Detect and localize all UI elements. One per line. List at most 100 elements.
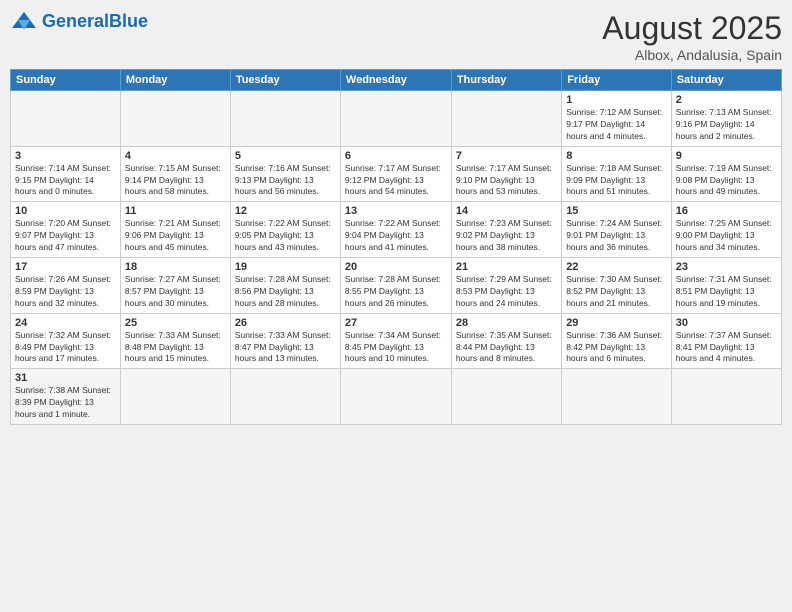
day-info: Sunrise: 7:32 AM Sunset: 8:49 PM Dayligh… (15, 330, 116, 366)
day-info: Sunrise: 7:37 AM Sunset: 8:41 PM Dayligh… (676, 330, 777, 366)
calendar-week-2: 3Sunrise: 7:14 AM Sunset: 9:15 PM Daylig… (11, 146, 782, 202)
day-info: Sunrise: 7:33 AM Sunset: 8:48 PM Dayligh… (125, 330, 226, 366)
day-info: Sunrise: 7:21 AM Sunset: 9:06 PM Dayligh… (125, 218, 226, 254)
day-info: Sunrise: 7:23 AM Sunset: 9:02 PM Dayligh… (456, 218, 557, 254)
day-number: 20 (345, 261, 447, 273)
calendar-week-6: 31Sunrise: 7:38 AM Sunset: 8:39 PM Dayli… (11, 369, 782, 425)
day-info: Sunrise: 7:16 AM Sunset: 9:13 PM Dayligh… (235, 163, 336, 199)
calendar-cell (451, 369, 561, 425)
calendar-week-3: 10Sunrise: 7:20 AM Sunset: 9:07 PM Dayli… (11, 202, 782, 258)
day-number: 12 (235, 205, 336, 217)
day-number: 24 (15, 317, 116, 329)
day-number: 5 (235, 150, 336, 162)
calendar-page: GeneralBlue August 2025 Albox, Andalusia… (0, 0, 792, 612)
calendar-cell (340, 91, 451, 147)
calendar-cell: 22Sunrise: 7:30 AM Sunset: 8:52 PM Dayli… (562, 258, 672, 314)
location: Albox, Andalusia, Spain (602, 47, 782, 63)
calendar-cell: 6Sunrise: 7:17 AM Sunset: 9:12 PM Daylig… (340, 146, 451, 202)
calendar-cell: 3Sunrise: 7:14 AM Sunset: 9:15 PM Daylig… (11, 146, 121, 202)
day-info: Sunrise: 7:27 AM Sunset: 8:57 PM Dayligh… (125, 274, 226, 310)
day-info: Sunrise: 7:24 AM Sunset: 9:01 PM Dayligh… (566, 218, 667, 254)
day-number: 25 (125, 317, 226, 329)
calendar-cell: 25Sunrise: 7:33 AM Sunset: 8:48 PM Dayli… (120, 313, 230, 369)
day-info: Sunrise: 7:28 AM Sunset: 8:55 PM Dayligh… (345, 274, 447, 310)
day-number: 8 (566, 150, 667, 162)
logo-icon (10, 10, 38, 32)
day-info: Sunrise: 7:20 AM Sunset: 9:07 PM Dayligh… (15, 218, 116, 254)
calendar-table: Sunday Monday Tuesday Wednesday Thursday… (10, 69, 782, 425)
calendar-cell: 13Sunrise: 7:22 AM Sunset: 9:04 PM Dayli… (340, 202, 451, 258)
calendar-cell: 17Sunrise: 7:26 AM Sunset: 8:59 PM Dayli… (11, 258, 121, 314)
month-title: August 2025 (602, 10, 782, 47)
logo-blue: Blue (109, 11, 148, 31)
logo: GeneralBlue (10, 10, 148, 32)
day-number: 21 (456, 261, 557, 273)
day-info: Sunrise: 7:13 AM Sunset: 9:16 PM Dayligh… (676, 107, 777, 143)
day-number: 15 (566, 205, 667, 217)
calendar-week-4: 17Sunrise: 7:26 AM Sunset: 8:59 PM Dayli… (11, 258, 782, 314)
calendar-cell: 2Sunrise: 7:13 AM Sunset: 9:16 PM Daylig… (671, 91, 781, 147)
calendar-cell (451, 91, 561, 147)
day-info: Sunrise: 7:26 AM Sunset: 8:59 PM Dayligh… (15, 274, 116, 310)
day-number: 1 (566, 94, 667, 106)
day-number: 4 (125, 150, 226, 162)
calendar-cell: 1Sunrise: 7:12 AM Sunset: 9:17 PM Daylig… (562, 91, 672, 147)
calendar-cell: 16Sunrise: 7:25 AM Sunset: 9:00 PM Dayli… (671, 202, 781, 258)
calendar-cell: 14Sunrise: 7:23 AM Sunset: 9:02 PM Dayli… (451, 202, 561, 258)
day-info: Sunrise: 7:17 AM Sunset: 9:12 PM Dayligh… (345, 163, 447, 199)
calendar-cell: 21Sunrise: 7:29 AM Sunset: 8:53 PM Dayli… (451, 258, 561, 314)
day-number: 19 (235, 261, 336, 273)
day-number: 13 (345, 205, 447, 217)
calendar-cell (671, 369, 781, 425)
calendar-cell (230, 91, 340, 147)
calendar-cell: 28Sunrise: 7:35 AM Sunset: 8:44 PM Dayli… (451, 313, 561, 369)
calendar-cell: 31Sunrise: 7:38 AM Sunset: 8:39 PM Dayli… (11, 369, 121, 425)
day-number: 28 (456, 317, 557, 329)
col-wednesday: Wednesday (340, 70, 451, 91)
day-info: Sunrise: 7:33 AM Sunset: 8:47 PM Dayligh… (235, 330, 336, 366)
day-info: Sunrise: 7:22 AM Sunset: 9:04 PM Dayligh… (345, 218, 447, 254)
logo-general: General (42, 11, 109, 31)
calendar-cell: 19Sunrise: 7:28 AM Sunset: 8:56 PM Dayli… (230, 258, 340, 314)
day-number: 29 (566, 317, 667, 329)
day-number: 17 (15, 261, 116, 273)
calendar-header-row: Sunday Monday Tuesday Wednesday Thursday… (11, 70, 782, 91)
calendar-cell: 26Sunrise: 7:33 AM Sunset: 8:47 PM Dayli… (230, 313, 340, 369)
calendar-cell: 30Sunrise: 7:37 AM Sunset: 8:41 PM Dayli… (671, 313, 781, 369)
calendar-cell (340, 369, 451, 425)
calendar-cell: 23Sunrise: 7:31 AM Sunset: 8:51 PM Dayli… (671, 258, 781, 314)
day-number: 31 (15, 372, 116, 384)
day-info: Sunrise: 7:14 AM Sunset: 9:15 PM Dayligh… (15, 163, 116, 199)
day-number: 22 (566, 261, 667, 273)
day-number: 23 (676, 261, 777, 273)
day-number: 18 (125, 261, 226, 273)
day-info: Sunrise: 7:38 AM Sunset: 8:39 PM Dayligh… (15, 385, 116, 421)
col-thursday: Thursday (451, 70, 561, 91)
calendar-cell: 11Sunrise: 7:21 AM Sunset: 9:06 PM Dayli… (120, 202, 230, 258)
day-info: Sunrise: 7:31 AM Sunset: 8:51 PM Dayligh… (676, 274, 777, 310)
calendar-cell: 15Sunrise: 7:24 AM Sunset: 9:01 PM Dayli… (562, 202, 672, 258)
calendar-cell: 9Sunrise: 7:19 AM Sunset: 9:08 PM Daylig… (671, 146, 781, 202)
day-number: 14 (456, 205, 557, 217)
day-info: Sunrise: 7:29 AM Sunset: 8:53 PM Dayligh… (456, 274, 557, 310)
day-info: Sunrise: 7:15 AM Sunset: 9:14 PM Dayligh… (125, 163, 226, 199)
day-number: 10 (15, 205, 116, 217)
day-info: Sunrise: 7:18 AM Sunset: 9:09 PM Dayligh… (566, 163, 667, 199)
calendar-cell: 27Sunrise: 7:34 AM Sunset: 8:45 PM Dayli… (340, 313, 451, 369)
calendar-cell (562, 369, 672, 425)
calendar-cell (120, 91, 230, 147)
day-number: 16 (676, 205, 777, 217)
day-info: Sunrise: 7:12 AM Sunset: 9:17 PM Dayligh… (566, 107, 667, 143)
page-header: GeneralBlue August 2025 Albox, Andalusia… (10, 10, 782, 63)
calendar-cell: 12Sunrise: 7:22 AM Sunset: 9:05 PM Dayli… (230, 202, 340, 258)
col-tuesday: Tuesday (230, 70, 340, 91)
calendar-cell: 8Sunrise: 7:18 AM Sunset: 9:09 PM Daylig… (562, 146, 672, 202)
calendar-cell: 7Sunrise: 7:17 AM Sunset: 9:10 PM Daylig… (451, 146, 561, 202)
col-friday: Friday (562, 70, 672, 91)
day-number: 27 (345, 317, 447, 329)
calendar-cell: 4Sunrise: 7:15 AM Sunset: 9:14 PM Daylig… (120, 146, 230, 202)
calendar-cell (120, 369, 230, 425)
day-info: Sunrise: 7:36 AM Sunset: 8:42 PM Dayligh… (566, 330, 667, 366)
day-info: Sunrise: 7:30 AM Sunset: 8:52 PM Dayligh… (566, 274, 667, 310)
day-number: 3 (15, 150, 116, 162)
